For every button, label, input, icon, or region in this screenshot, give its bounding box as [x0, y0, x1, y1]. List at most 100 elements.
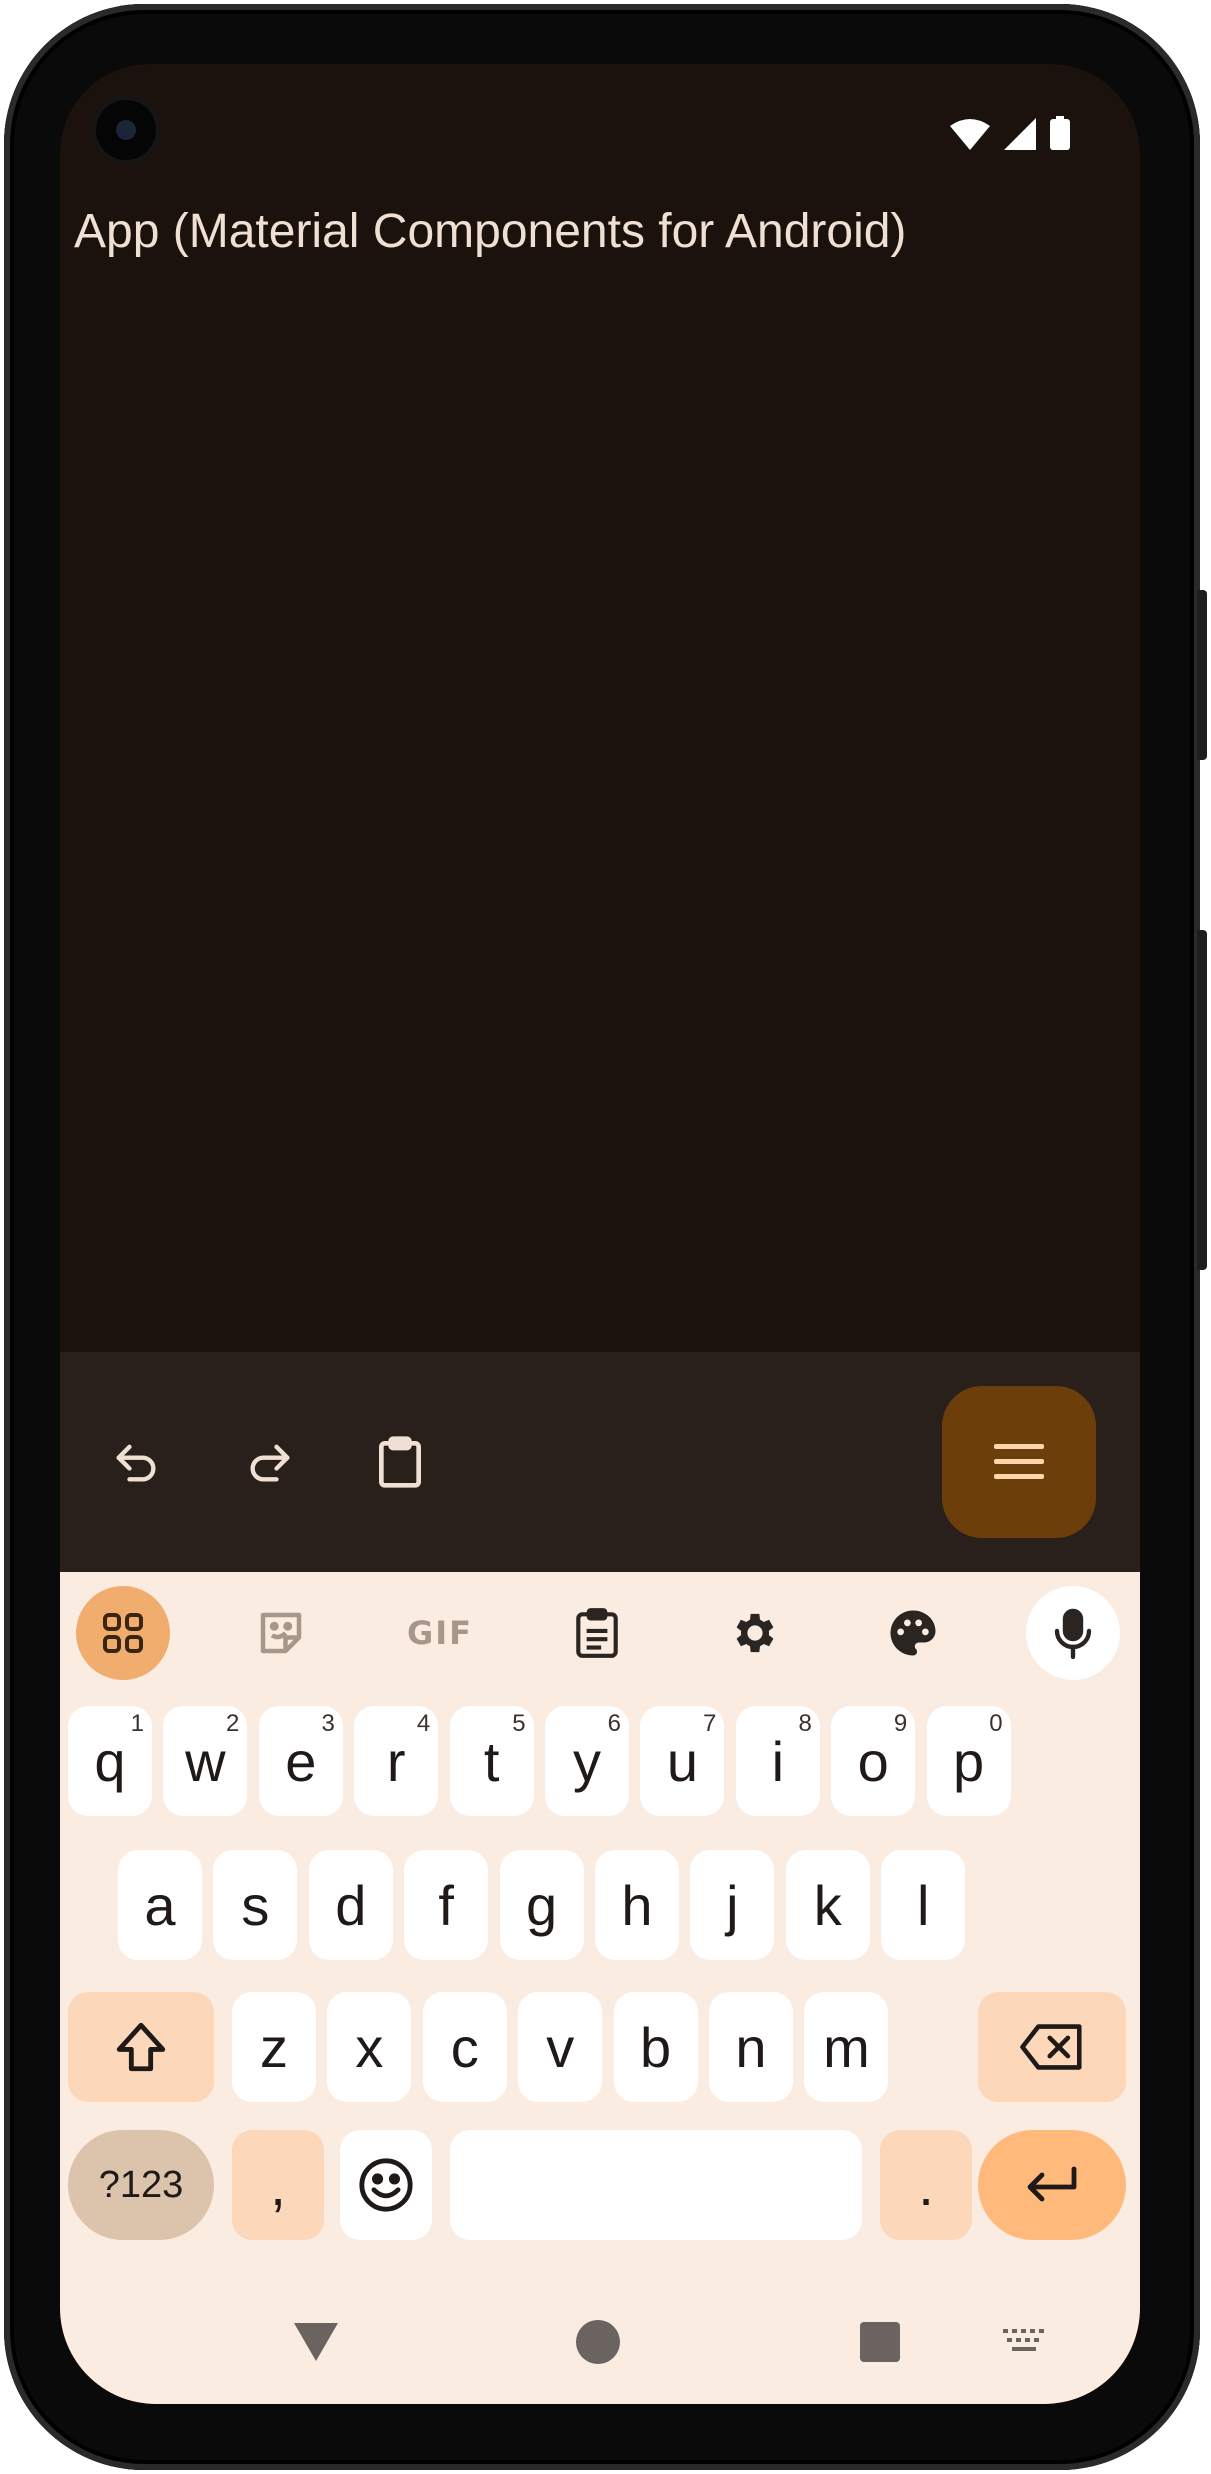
gear-icon: [736, 1613, 774, 1653]
editing-toolbar: [60, 1352, 1140, 1572]
comma-key[interactable]: ,: [232, 2130, 324, 2240]
back-icon: [294, 2323, 338, 2361]
key-number-hint: 9: [893, 1710, 908, 1737]
key-u[interactable]: u7: [640, 1706, 725, 1816]
gif-icon: GIF: [406, 1614, 474, 1652]
key-h[interactable]: h: [595, 1850, 679, 1960]
key-t[interactable]: t5: [449, 1706, 534, 1816]
clipboard-icon: [379, 1436, 421, 1488]
key-label: t: [483, 1729, 500, 1793]
paste-button[interactable]: [362, 1424, 438, 1500]
apps-grid-button[interactable]: [76, 1586, 170, 1680]
emoji-icon: [359, 2158, 413, 2212]
keyboard-switch-button[interactable]: [994, 2312, 1054, 2372]
key-label: y: [573, 1729, 601, 1793]
key-l[interactable]: l: [881, 1850, 966, 1960]
app-title: App (Material Components for Android): [74, 205, 907, 258]
key-a[interactable]: a: [118, 1850, 202, 1960]
key-number-hint: 0: [989, 1710, 1003, 1737]
menu-icon: [994, 1444, 1044, 1479]
menu-fab[interactable]: [942, 1386, 1096, 1538]
key-number-hint: 2: [226, 1710, 240, 1737]
enter-icon: [1027, 2166, 1077, 2202]
key-f[interactable]: f: [404, 1850, 489, 1960]
recents-icon: [860, 2322, 900, 2362]
back-button[interactable]: [286, 2312, 346, 2372]
key-i[interactable]: i8: [735, 1706, 820, 1816]
settings-button[interactable]: [708, 1586, 802, 1680]
battery-icon: [1050, 116, 1070, 154]
redo-icon: [250, 1444, 290, 1482]
key-z[interactable]: z: [232, 1992, 316, 2102]
key-n[interactable]: n: [709, 1992, 793, 2102]
key-number-hint: 8: [798, 1710, 812, 1737]
key-e[interactable]: e3: [258, 1706, 343, 1816]
key-p[interactable]: p0: [926, 1706, 1011, 1816]
clipboard-button[interactable]: [550, 1586, 644, 1680]
shift-key[interactable]: [68, 1992, 214, 2102]
key-label: u: [666, 1729, 698, 1793]
palette-icon: [890, 1610, 936, 1656]
key-c[interactable]: c: [422, 1992, 507, 2102]
key-d[interactable]: d: [308, 1850, 393, 1960]
sticker-icon: [260, 1612, 302, 1654]
shift-icon: [116, 2022, 166, 2072]
key-b[interactable]: b: [613, 1992, 698, 2102]
key-number-hint: 5: [512, 1710, 526, 1737]
wifi-icon: [950, 118, 990, 154]
navigation-bar: [60, 2312, 1140, 2404]
backspace-key[interactable]: [978, 1992, 1126, 2102]
phone-device: App (Material Components for Android) GI…: [0, 0, 1211, 2474]
key-q[interactable]: q1: [68, 1706, 152, 1816]
key-g[interactable]: g: [499, 1850, 584, 1960]
microphone-icon: [1054, 1608, 1092, 1659]
key-k[interactable]: k: [785, 1850, 870, 1960]
key-number-hint: 4: [416, 1710, 431, 1737]
undo-button[interactable]: [98, 1424, 174, 1500]
key-w[interactable]: w2: [163, 1706, 248, 1816]
apps-grid-icon: [103, 1613, 143, 1653]
key-label: q: [94, 1729, 126, 1793]
key-label: w: [185, 1729, 226, 1793]
soft-keyboard: GIF q 1 w 2 e 3 r 4 t 5 y 6 u 7 i 8 o 9 …: [60, 1572, 1140, 2404]
keyboard-switch-icon: [1003, 2329, 1044, 2351]
signal-icon: [1004, 118, 1036, 154]
symbols-key[interactable]: ?123: [68, 2130, 214, 2240]
volume-button: [1197, 930, 1207, 1270]
redo-button[interactable]: [232, 1424, 308, 1500]
key-m[interactable]: m: [804, 1992, 889, 2102]
key-s[interactable]: s: [213, 1850, 298, 1960]
home-button[interactable]: [568, 2312, 628, 2372]
key-j[interactable]: j: [690, 1850, 775, 1960]
emoji-key[interactable]: [340, 2130, 432, 2240]
key-number-hint: 3: [321, 1710, 335, 1737]
home-icon: [576, 2320, 620, 2364]
status-icons: [950, 116, 1070, 154]
enter-key[interactable]: [978, 2130, 1126, 2240]
key-number-hint: 1: [130, 1710, 144, 1737]
key-label: p: [953, 1729, 985, 1793]
key-label: r: [386, 1729, 406, 1793]
theme-button[interactable]: [866, 1586, 960, 1680]
key-o[interactable]: o9: [831, 1706, 916, 1816]
period-key[interactable]: .: [880, 2130, 972, 2240]
voice-input-button[interactable]: [1026, 1586, 1120, 1680]
gif-button[interactable]: GIF: [390, 1586, 490, 1680]
key-number-hint: 6: [607, 1710, 621, 1737]
key-x[interactable]: x: [327, 1992, 412, 2102]
sticker-button[interactable]: [234, 1586, 328, 1680]
backspace-icon: [1020, 2024, 1082, 2070]
key-v[interactable]: v: [518, 1992, 603, 2102]
key-label: e: [285, 1729, 317, 1793]
key-number-hint: 7: [703, 1710, 717, 1737]
screen: App (Material Components for Android) GI…: [60, 64, 1140, 2404]
key-y[interactable]: y6: [545, 1706, 629, 1816]
space-key[interactable]: [450, 2130, 862, 2240]
key-label: i: [771, 1729, 785, 1793]
front-camera: [96, 100, 156, 160]
key-label: o: [857, 1729, 889, 1793]
undo-icon: [116, 1444, 156, 1482]
recents-button[interactable]: [850, 2312, 910, 2372]
clipboard-icon: [576, 1608, 618, 1658]
key-r[interactable]: r4: [354, 1706, 439, 1816]
